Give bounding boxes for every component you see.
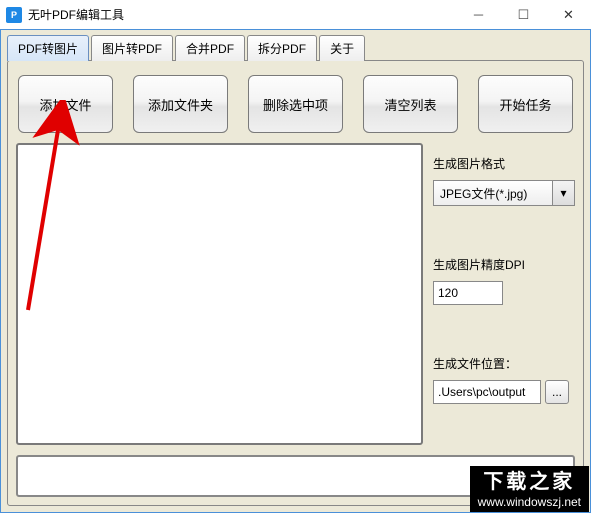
dpi-label: 生成图片精度DPI xyxy=(433,256,575,273)
tab-body: 添加文件 添加文件夹 删除选中项 清空列表 开始任务 生成图片格式 JPEG文件… xyxy=(7,60,584,506)
app-icon: P xyxy=(6,7,22,23)
title-bar: P 无叶PDF编辑工具 ─ ☐ ✕ xyxy=(0,0,591,30)
tab-pdf-to-image[interactable]: PDF转图片 xyxy=(7,35,89,61)
tab-merge-pdf[interactable]: 合并PDF xyxy=(175,35,245,61)
window-controls: ─ ☐ ✕ xyxy=(456,0,591,29)
output-path-label: 生成文件位置： xyxy=(433,355,575,372)
window-title: 无叶PDF编辑工具 xyxy=(28,6,456,23)
delete-selected-button[interactable]: 删除选中项 xyxy=(248,75,343,133)
options-panel: 生成图片格式 JPEG文件(*.jpg) ▾ 生成图片精度DPI 生成文件位置：… xyxy=(433,143,575,445)
format-label: 生成图片格式 xyxy=(433,155,575,172)
tab-strip: PDF转图片 图片转PDF 合并PDF 拆分PDF 关于 xyxy=(1,30,590,60)
file-list-panel[interactable] xyxy=(16,143,423,445)
close-button[interactable]: ✕ xyxy=(546,0,591,29)
watermark-title: 下载之家 xyxy=(478,470,581,495)
browse-button[interactable]: ... xyxy=(545,380,569,404)
clear-list-button[interactable]: 清空列表 xyxy=(363,75,458,133)
maximize-button[interactable]: ☐ xyxy=(501,0,546,29)
app-frame: PDF转图片 图片转PDF 合并PDF 拆分PDF 关于 添加文件 添加文件夹 … xyxy=(0,30,591,513)
format-select-value: JPEG文件(*.jpg) xyxy=(434,181,552,205)
dpi-input[interactable] xyxy=(433,281,503,305)
watermark-url: www.windowszj.net xyxy=(478,495,581,510)
toolbar: 添加文件 添加文件夹 删除选中项 清空列表 开始任务 xyxy=(16,69,575,135)
mid-row: 生成图片格式 JPEG文件(*.jpg) ▾ 生成图片精度DPI 生成文件位置：… xyxy=(16,143,575,445)
tab-split-pdf[interactable]: 拆分PDF xyxy=(247,35,317,61)
tab-image-to-pdf[interactable]: 图片转PDF xyxy=(91,35,173,61)
chevron-down-icon[interactable]: ▾ xyxy=(552,181,574,205)
tab-about[interactable]: 关于 xyxy=(319,35,365,61)
add-file-button[interactable]: 添加文件 xyxy=(18,75,113,133)
output-path-input[interactable] xyxy=(433,380,541,404)
start-task-button[interactable]: 开始任务 xyxy=(478,75,573,133)
minimize-button[interactable]: ─ xyxy=(456,0,501,29)
format-select[interactable]: JPEG文件(*.jpg) ▾ xyxy=(433,180,575,206)
add-folder-button[interactable]: 添加文件夹 xyxy=(133,75,228,133)
watermark: 下载之家 www.windowszj.net xyxy=(470,466,589,512)
